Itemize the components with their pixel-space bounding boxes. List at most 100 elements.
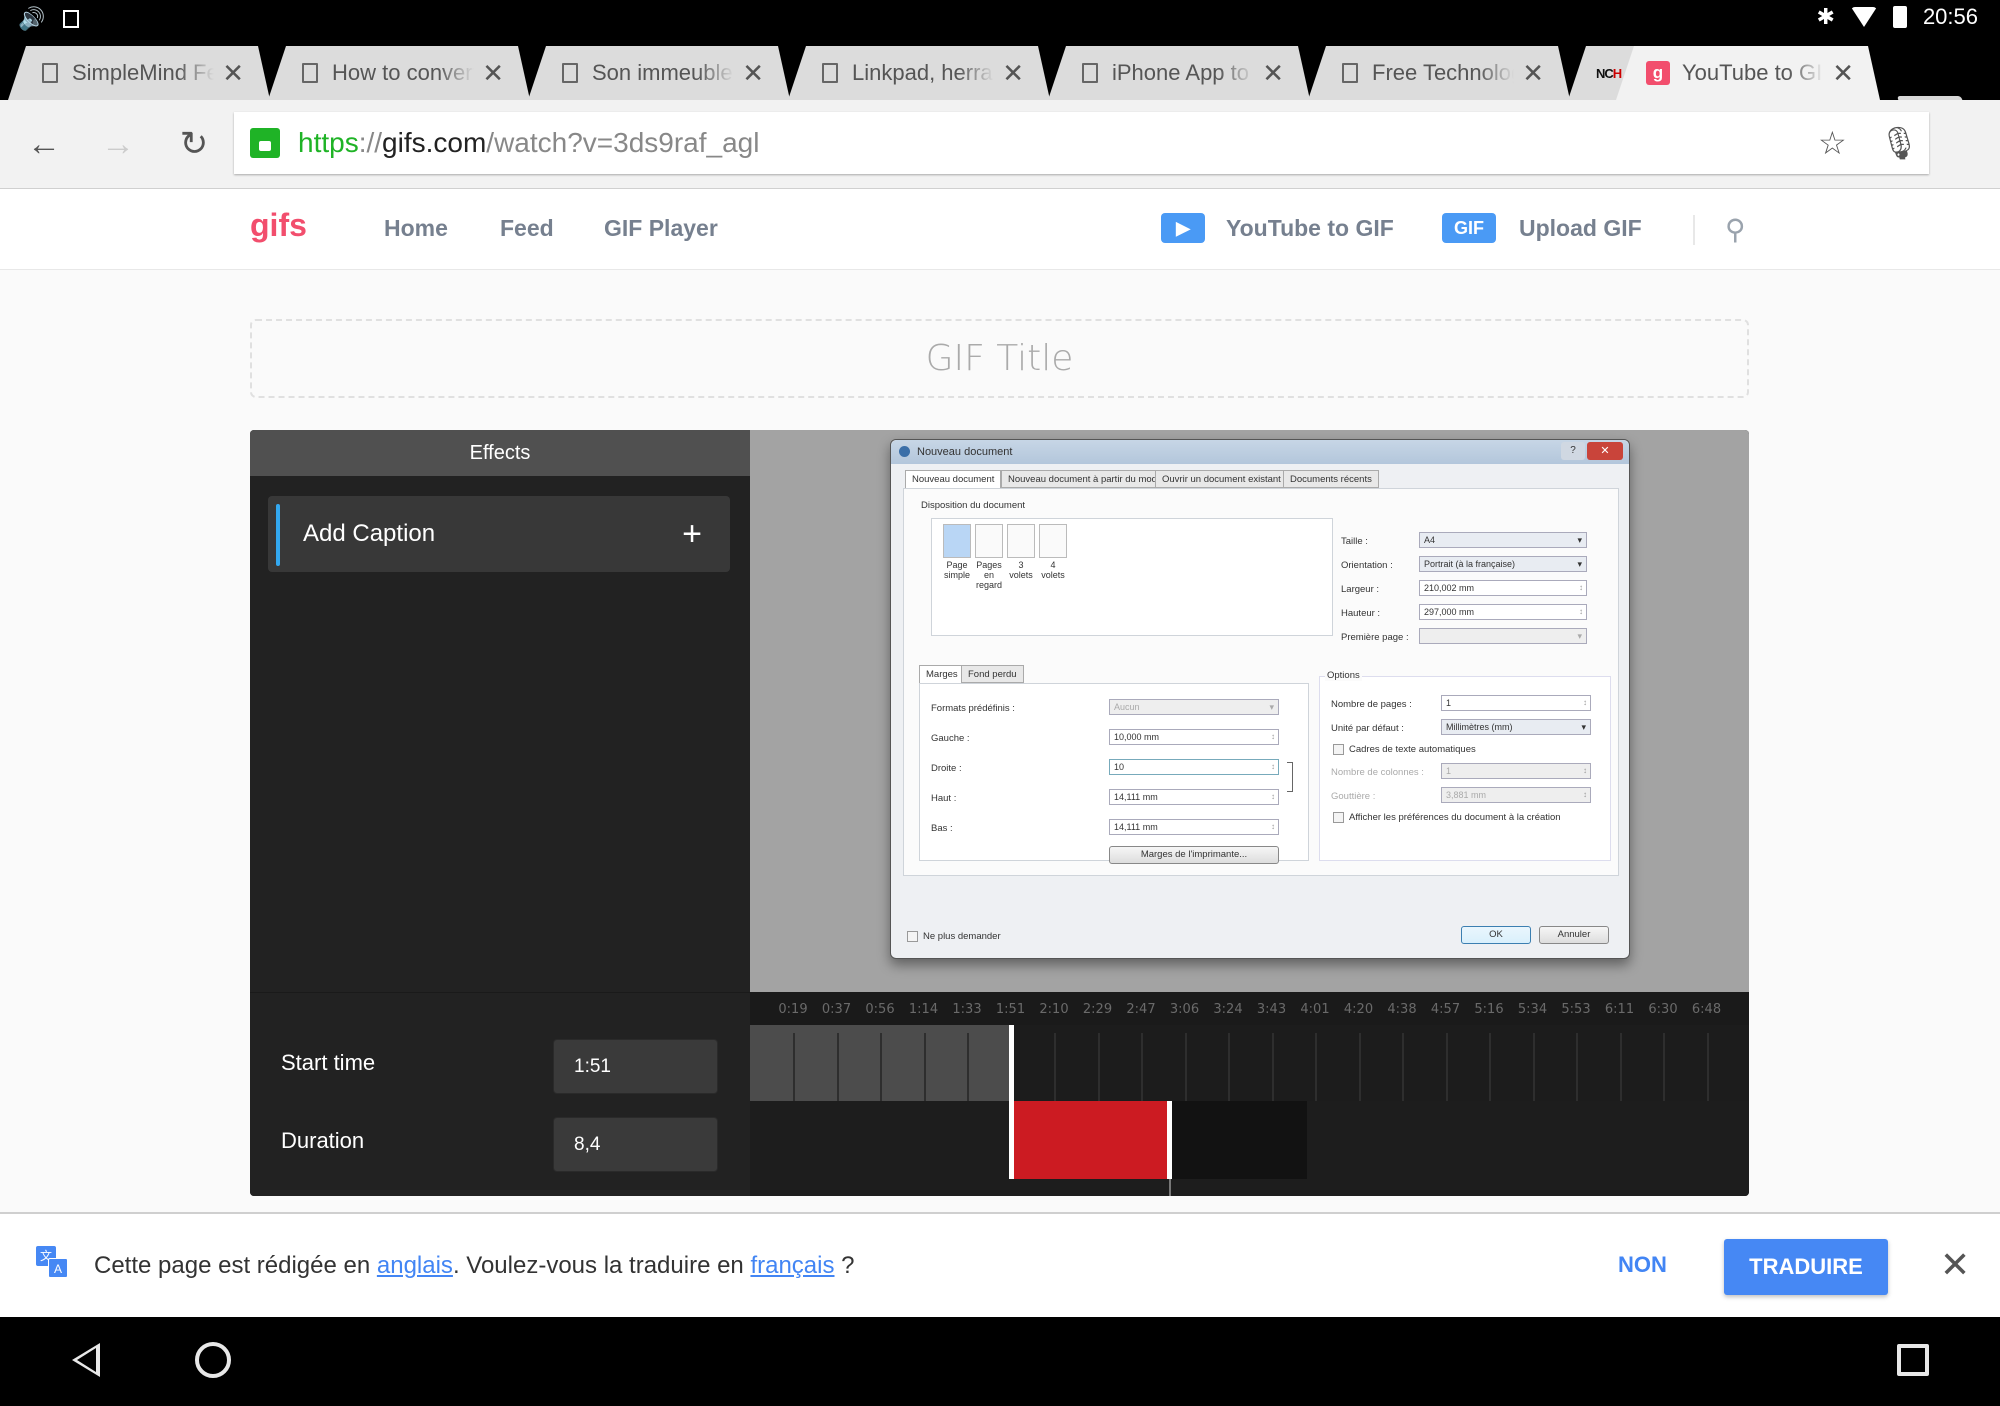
time-controls: Start time 1:51 Duration 8,4 bbox=[250, 992, 750, 1196]
page-icon bbox=[1342, 63, 1358, 83]
close-tab-icon[interactable]: ✕ bbox=[1522, 58, 1544, 89]
translate-icon: 文 A bbox=[36, 1246, 70, 1280]
browser-tab[interactable]: Son immeuble p ✕ bbox=[528, 46, 790, 100]
nav-gif-player[interactable]: GIF Player bbox=[604, 215, 718, 242]
field-label: Unité par défaut : bbox=[1331, 723, 1404, 734]
browser-tab[interactable]: Free Technology ✕ bbox=[1308, 46, 1570, 100]
search-icon[interactable]: ⚲ bbox=[1725, 213, 1746, 246]
timeline-tick bbox=[836, 1033, 839, 1101]
browser-tab[interactable]: SimpleMind Features ✕ bbox=[8, 46, 270, 100]
duration-input[interactable]: 8,4 bbox=[553, 1117, 718, 1172]
add-caption-button[interactable]: Add Caption + bbox=[268, 496, 730, 572]
translate-bar: 文 A Cette page est rédigée en anglais. V… bbox=[0, 1212, 2000, 1317]
url-scheme: https bbox=[298, 127, 359, 158]
url-path: /watch?v=3ds9raf_agl bbox=[486, 127, 760, 158]
translate-button[interactable]: TRADUIRE bbox=[1724, 1239, 1888, 1295]
unit-select: Millimètres (mm) bbox=[1441, 719, 1591, 735]
timeline-label: 2:47 bbox=[1126, 1002, 1156, 1017]
effects-header: Effects bbox=[250, 430, 750, 476]
start-time-label: Start time bbox=[281, 1050, 376, 1075]
end-handle[interactable] bbox=[1166, 1101, 1172, 1179]
dialog-tab: Ouvrir un document existant bbox=[1155, 470, 1288, 488]
pages-count-field: 1 bbox=[1441, 695, 1591, 711]
nav-youtube-to-gif[interactable]: YouTube to GIF bbox=[1226, 215, 1394, 242]
timeline-label: 2:10 bbox=[1039, 1002, 1069, 1017]
add-caption-label: Add Caption bbox=[303, 520, 436, 547]
field-label: Bas : bbox=[931, 823, 953, 834]
url-bar[interactable]: https://gifs.com/watch?v=3ds9raf_agl ☆ 🎙 bbox=[234, 112, 1929, 174]
system-nav-bar bbox=[0, 1317, 2000, 1406]
nav-feed[interactable]: Feed bbox=[500, 215, 554, 242]
reload-button[interactable]: ↻ bbox=[172, 122, 216, 166]
close-tab-icon[interactable]: ✕ bbox=[1002, 58, 1024, 89]
timeline-label: 1:14 bbox=[908, 1002, 939, 1017]
orientation-select: Portrait (à la française) bbox=[1419, 556, 1587, 572]
field-label: Droite : bbox=[931, 763, 962, 774]
bluetooth-icon: ✱ bbox=[1816, 4, 1835, 29]
tab-strip: SimpleMind Features ✕ How to convert t ✕… bbox=[0, 38, 2000, 124]
selected-duration[interactable] bbox=[1010, 1101, 1169, 1179]
close-tab-icon[interactable]: ✕ bbox=[742, 58, 764, 89]
target-language-link[interactable]: français bbox=[750, 1252, 834, 1279]
duration-label: Duration bbox=[281, 1128, 365, 1153]
browser-tab[interactable]: Linkpad, herrami ✕ bbox=[788, 46, 1050, 100]
nch-favicon: NCH bbox=[1596, 65, 1622, 81]
url-host: gifs.com bbox=[382, 127, 487, 158]
gif-editor: Effects Add Caption + Nouveau document ?… bbox=[250, 430, 1749, 1196]
back-button[interactable]: ← bbox=[22, 122, 66, 166]
clock: 20:56 bbox=[1922, 4, 1978, 29]
close-tab-icon[interactable]: ✕ bbox=[482, 58, 504, 89]
timeline-label: 3:06 bbox=[1169, 1002, 1200, 1017]
timeline-label: 6:48 bbox=[1691, 1002, 1722, 1017]
browser-tab[interactable]: How to convert t ✕ bbox=[268, 46, 530, 100]
nav-home[interactable]: Home bbox=[384, 215, 448, 242]
right-margin-field: 10 bbox=[1109, 759, 1279, 775]
home-nav-icon[interactable] bbox=[195, 1342, 231, 1378]
pages-regard-icon bbox=[975, 524, 1003, 558]
page-icon bbox=[822, 63, 838, 83]
timeline-tick bbox=[793, 1033, 795, 1101]
video-frame-dialog: Nouveau document ? ✕ Nouveau document No… bbox=[890, 439, 1630, 959]
columns-field: 1 bbox=[1441, 763, 1591, 779]
gif-title-input[interactable]: GIF Title bbox=[250, 319, 1749, 398]
start-time-input[interactable]: 1:51 bbox=[553, 1039, 718, 1094]
bottom-margin-field: 14,111 mm bbox=[1109, 819, 1279, 835]
checkbox bbox=[1333, 744, 1344, 755]
browser-tab[interactable]: iPhone App to C ✕ bbox=[1048, 46, 1310, 100]
timeline-track[interactable] bbox=[750, 1025, 1749, 1101]
lock-icon bbox=[250, 128, 280, 158]
field-label: Largeur : bbox=[1341, 584, 1380, 595]
browser-tab-active[interactable]: g YouTube to GIF | ✕ bbox=[1616, 46, 1880, 100]
back-nav-icon[interactable] bbox=[72, 1343, 100, 1377]
nav-upload-gif[interactable]: Upload GIF bbox=[1519, 215, 1642, 242]
video-preview[interactable]: Nouveau document ? ✕ Nouveau document No… bbox=[750, 430, 1749, 992]
close-tab-icon[interactable]: ✕ bbox=[222, 58, 244, 89]
source-language-link[interactable]: anglais bbox=[377, 1252, 453, 1279]
width-field: 210,002 mm bbox=[1419, 580, 1587, 596]
youtube-play-icon: ▶ bbox=[1161, 213, 1205, 243]
left-margin-field: 10,000 mm bbox=[1109, 729, 1279, 745]
close-tab-icon[interactable]: ✕ bbox=[1262, 58, 1284, 89]
gifs-logo[interactable]: gifs bbox=[250, 207, 307, 244]
forward-button[interactable]: → bbox=[96, 122, 140, 166]
close-tab-icon[interactable]: ✕ bbox=[1832, 58, 1854, 89]
timeline-tick bbox=[1184, 1033, 1187, 1101]
timeline-tick bbox=[1358, 1033, 1361, 1101]
checkbox bbox=[907, 931, 918, 942]
microphone-icon[interactable]: 🎙 bbox=[1879, 124, 1920, 162]
no-translate-button[interactable]: NON bbox=[1618, 1252, 1667, 1278]
recents-nav-icon[interactable] bbox=[1897, 1344, 1929, 1376]
page-icon bbox=[1082, 63, 1098, 83]
timeline-tick bbox=[1141, 1033, 1143, 1101]
field-label: Taille : bbox=[1341, 536, 1368, 547]
field-label: Nombre de pages : bbox=[1331, 699, 1412, 710]
page-type-label: 4 volets bbox=[1041, 560, 1065, 580]
site-header: gifs Home Feed GIF Player ▶ YouTube to G… bbox=[0, 189, 2000, 270]
start-handle[interactable] bbox=[1008, 1025, 1014, 1179]
close-icon[interactable]: ✕ bbox=[1940, 1244, 1970, 1286]
end-marker-line bbox=[1168, 1179, 1171, 1196]
field-label: Formats prédéfinis : bbox=[931, 703, 1015, 714]
timeline-label: 5:34 bbox=[1517, 1002, 1548, 1017]
bookmark-star-icon[interactable]: ☆ bbox=[1818, 124, 1847, 162]
timeline-tick bbox=[1445, 1033, 1448, 1101]
